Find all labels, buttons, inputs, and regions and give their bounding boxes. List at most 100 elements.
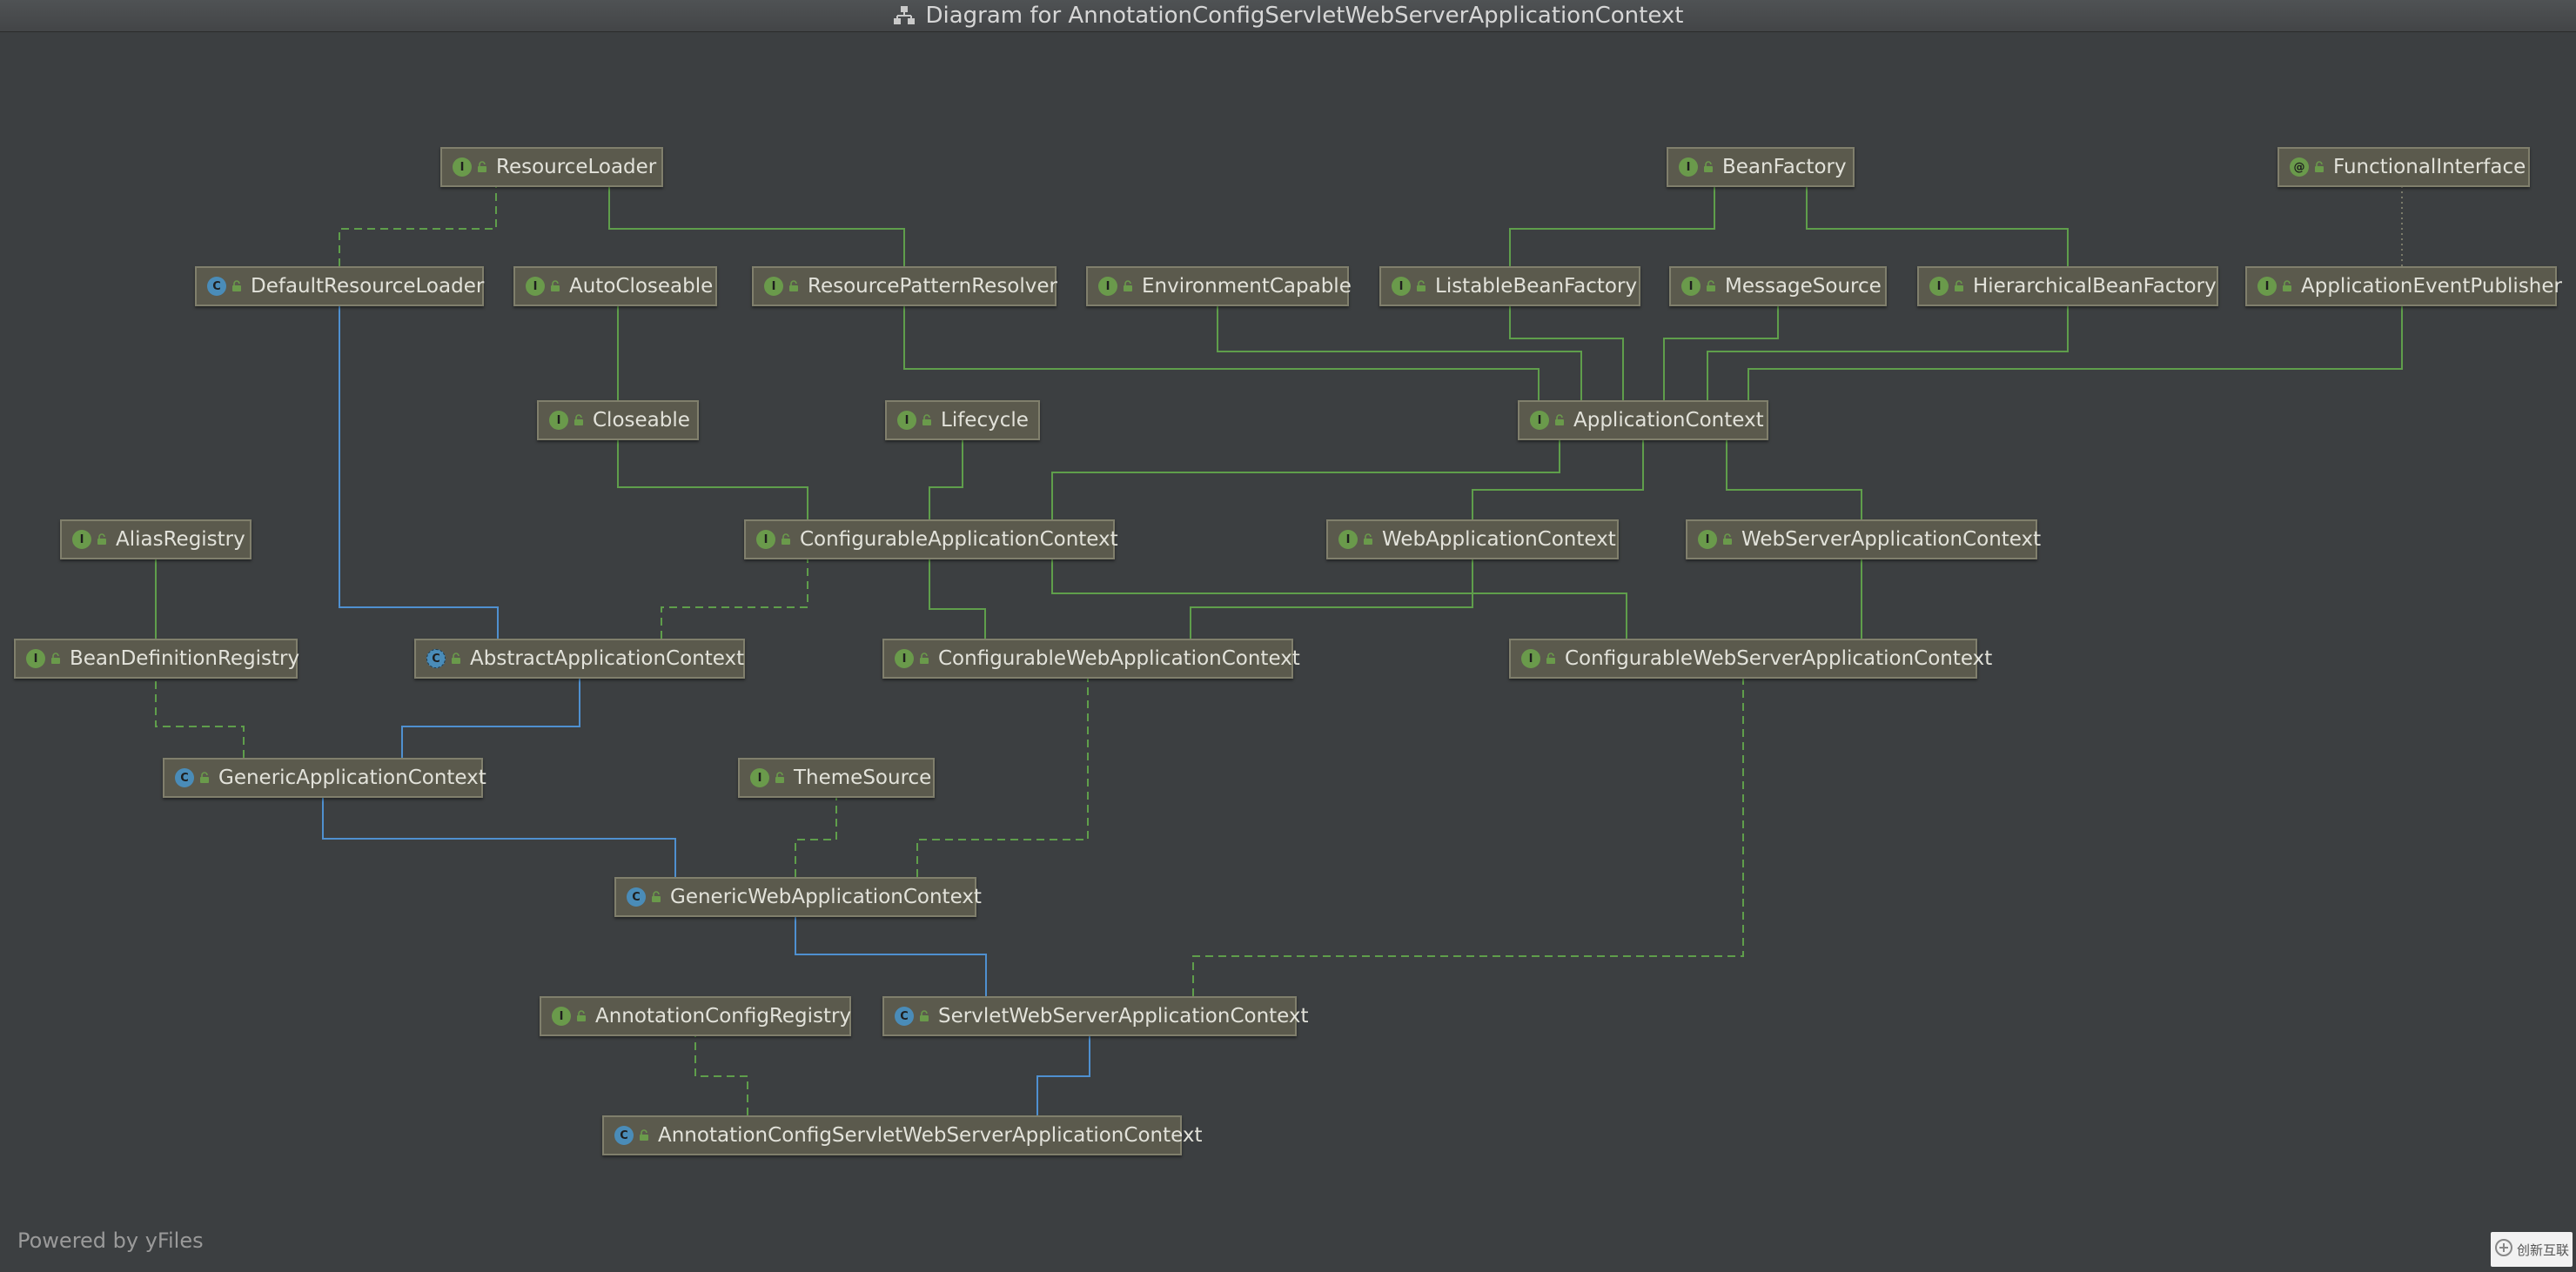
public-access-icon bbox=[574, 414, 584, 426]
edge-application-context-to-application-event-publisher[interactable] bbox=[1748, 292, 2409, 400]
node-generic-web-application-context[interactable]: C GenericWebApplicationContext bbox=[614, 877, 982, 917]
brand-logo-icon bbox=[2494, 1238, 2513, 1261]
public-access-icon bbox=[1706, 280, 1716, 292]
edge-configurable-web-server-application-context-to-configurable-application-context[interactable] bbox=[1045, 546, 1627, 639]
edge-configurable-web-application-context-to-configurable-application-context[interactable] bbox=[922, 546, 986, 639]
edge-default-resource-loader-to-resource-loader[interactable] bbox=[339, 173, 503, 266]
interface-icon: I bbox=[1098, 277, 1117, 296]
interface-icon: I bbox=[1530, 411, 1549, 430]
edge-configurable-application-context-to-application-context[interactable] bbox=[1051, 426, 1566, 519]
class-icon: C bbox=[895, 1007, 914, 1026]
node-lifecycle[interactable]: I Lifecycle bbox=[885, 400, 1040, 440]
public-access-icon bbox=[97, 533, 107, 546]
node-label: AliasRegistry bbox=[116, 528, 245, 551]
edge-generic-application-context-to-bean-definition-registry[interactable] bbox=[149, 665, 245, 758]
node-functional-interface[interactable]: @ FunctionalInterface bbox=[2277, 147, 2530, 187]
edge-configurable-application-context-to-closeable[interactable] bbox=[611, 426, 808, 519]
node-environment-capable[interactable]: I EnvironmentCapable bbox=[1086, 266, 1352, 306]
edge-hierarchical-bean-factory-to-bean-factory[interactable] bbox=[1800, 173, 2069, 266]
edge-web-server-application-context-to-application-context[interactable] bbox=[1720, 426, 1862, 519]
edge-application-context-to-message-source[interactable] bbox=[1663, 292, 1785, 400]
class-icon: C bbox=[207, 277, 226, 296]
node-label: Closeable bbox=[593, 409, 690, 432]
interface-icon: I bbox=[756, 530, 775, 549]
node-label: AutoCloseable bbox=[569, 275, 714, 298]
interface-icon: I bbox=[1929, 277, 1949, 296]
public-access-icon bbox=[639, 1129, 649, 1141]
interface-icon: I bbox=[549, 411, 568, 430]
class-icon: C bbox=[627, 887, 646, 907]
edge-abstract-application-context-to-default-resource-loader[interactable] bbox=[332, 292, 499, 639]
interface-icon: I bbox=[1521, 649, 1540, 668]
node-auto-closeable[interactable]: I AutoCloseable bbox=[513, 266, 717, 306]
interface-icon: I bbox=[895, 649, 914, 668]
node-label: DefaultResourceLoader bbox=[251, 275, 485, 298]
node-hierarchical-bean-factory[interactable]: I HierarchicalBeanFactory bbox=[1917, 266, 2218, 306]
edge-application-context-to-hierarchical-bean-factory[interactable] bbox=[1707, 292, 2075, 400]
node-message-source[interactable]: I MessageSource bbox=[1669, 266, 1887, 306]
public-access-icon bbox=[1554, 414, 1565, 426]
node-bean-factory[interactable]: I BeanFactory bbox=[1667, 147, 1855, 187]
node-abstract-application-context[interactable]: C AbstractApplicationContext bbox=[414, 639, 745, 679]
interface-icon: I bbox=[26, 649, 45, 668]
node-configurable-web-application-context[interactable]: I ConfigurableWebApplicationContext bbox=[882, 639, 1300, 679]
edge-annotation-config-servlet-web-server-application-context-to-servlet-web-server-application-context[interactable] bbox=[1036, 1022, 1097, 1115]
node-listable-bean-factory[interactable]: I ListableBeanFactory bbox=[1379, 266, 1640, 306]
public-access-icon bbox=[1722, 533, 1733, 546]
node-application-event-publisher[interactable]: I ApplicationEventPublisher bbox=[2245, 266, 2562, 306]
edge-generic-web-application-context-to-generic-application-context[interactable] bbox=[316, 784, 676, 877]
public-access-icon bbox=[50, 653, 61, 665]
node-closeable[interactable]: I Closeable bbox=[537, 400, 699, 440]
node-servlet-web-server-application-context[interactable]: C ServletWebServerApplicationContext bbox=[882, 996, 1309, 1036]
node-label: AbstractApplicationContext bbox=[470, 647, 745, 670]
node-generic-application-context[interactable]: C GenericApplicationContext bbox=[163, 758, 486, 798]
node-bean-definition-registry[interactable]: I BeanDefinitionRegistry bbox=[14, 639, 299, 679]
node-label: ThemeSource bbox=[794, 767, 932, 789]
edge-generic-web-application-context-to-configurable-web-application-context[interactable] bbox=[916, 665, 1095, 877]
interface-icon: I bbox=[764, 277, 783, 296]
node-default-resource-loader[interactable]: C DefaultResourceLoader bbox=[195, 266, 484, 306]
node-label: Lifecycle bbox=[941, 409, 1029, 432]
interface-icon: I bbox=[1698, 530, 1717, 549]
interface-icon: I bbox=[2257, 277, 2277, 296]
edge-generic-web-application-context-to-theme-source[interactable] bbox=[795, 784, 843, 877]
window-title-bar: Diagram for AnnotationConfigServletWebSe… bbox=[0, 0, 2576, 32]
edge-resource-pattern-resolver-to-resource-loader[interactable] bbox=[602, 173, 905, 266]
uml-diagram-canvas[interactable]: I ResourceLoader I BeanFactory @ FunctionalIn… bbox=[0, 31, 2576, 1272]
edge-generic-application-context-to-abstract-application-context[interactable] bbox=[401, 665, 587, 758]
public-access-icon bbox=[199, 772, 210, 784]
edge-abstract-application-context-to-configurable-application-context[interactable] bbox=[661, 546, 815, 639]
node-label: BeanDefinitionRegistry bbox=[70, 647, 300, 670]
node-annotation-config-servlet-web-server-application-context[interactable]: C AnnotationConfigServletWebServerApplica… bbox=[602, 1115, 1202, 1155]
edge-web-application-context-to-application-context[interactable] bbox=[1472, 426, 1650, 519]
node-web-application-context[interactable]: I WebApplicationContext bbox=[1326, 519, 1619, 559]
node-label: WebServerApplicationContext bbox=[1741, 528, 2042, 551]
edge-application-context-to-listable-bean-factory[interactable] bbox=[1503, 292, 1624, 400]
edge-application-context-to-environment-capable[interactable] bbox=[1211, 292, 1582, 400]
edge-configurable-web-application-context-to-web-application-context[interactable] bbox=[1190, 546, 1479, 639]
node-label: BeanFactory bbox=[1722, 156, 1847, 178]
edge-annotation-config-servlet-web-server-application-context-to-annotation-config-registry[interactable] bbox=[688, 1022, 748, 1115]
node-alias-registry[interactable]: I AliasRegistry bbox=[60, 519, 252, 559]
node-configurable-application-context[interactable]: I ConfigurableApplicationContext bbox=[744, 519, 1118, 559]
node-configurable-web-server-application-context[interactable]: I ConfigurableWebServerApplicationContext bbox=[1509, 639, 1992, 679]
public-access-icon bbox=[2314, 161, 2324, 173]
interface-icon: I bbox=[72, 530, 91, 549]
public-access-icon bbox=[1363, 533, 1373, 546]
node-theme-source[interactable]: I ThemeSource bbox=[738, 758, 935, 798]
edge-listable-bean-factory-to-bean-factory[interactable] bbox=[1509, 173, 1721, 266]
node-label: ConfigurableWebApplicationContext bbox=[938, 647, 1300, 670]
node-resource-loader[interactable]: I ResourceLoader bbox=[440, 147, 663, 187]
node-label: ResourcePatternResolver bbox=[808, 275, 1057, 298]
public-access-icon bbox=[231, 280, 242, 292]
edge-servlet-web-server-application-context-to-generic-web-application-context[interactable] bbox=[788, 903, 987, 996]
node-resource-pattern-resolver[interactable]: I ResourcePatternResolver bbox=[752, 266, 1057, 306]
public-access-icon bbox=[781, 533, 791, 546]
node-web-server-application-context[interactable]: I WebServerApplicationContext bbox=[1686, 519, 2041, 559]
node-annotation-config-registry[interactable]: I AnnotationConfigRegistry bbox=[540, 996, 851, 1036]
edge-application-context-to-resource-pattern-resolver[interactable] bbox=[897, 292, 1540, 400]
edge-servlet-web-server-application-context-to-configurable-web-server-application-context[interactable] bbox=[1192, 665, 1750, 996]
public-access-icon bbox=[477, 161, 487, 173]
node-application-context[interactable]: I ApplicationContext bbox=[1518, 400, 1768, 440]
edge-configurable-application-context-to-lifecycle[interactable] bbox=[929, 426, 969, 519]
